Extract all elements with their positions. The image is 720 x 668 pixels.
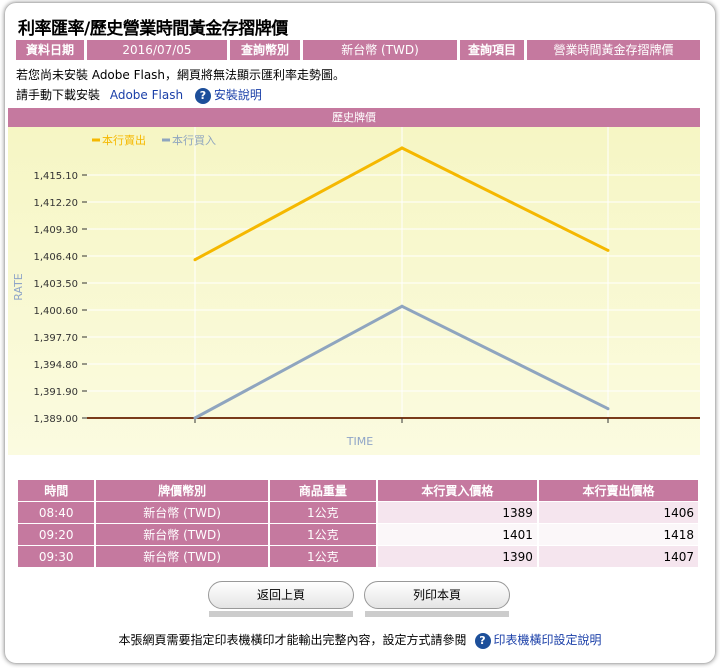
help-icon: ? [474,632,491,649]
x-axis-label: TIME [346,435,373,448]
flash-download-line: 請手動下載安裝 Adobe Flash ? 安裝說明 [16,86,262,104]
query-bar: 資料日期 2016/07/05 查詢幣別 新台幣 (TWD) 查詢項目 營業時間… [16,40,700,60]
data-point [400,146,404,150]
print-button[interactable]: 列印本頁 [364,581,510,617]
column-header: 本行賣出價格 [538,480,698,501]
price-table: 時間 牌價幣別 商品重量 本行買入價格 本行賣出價格 08:40 新台幣 (TWD) 1公克… [16,479,700,568]
table-row: 09:30 新台幣 (TWD) 1公克 1390 1407 [18,546,698,567]
table-cell: 1418 [538,524,698,545]
table-cell: 1407 [538,546,698,567]
currency-value: 新台幣 (TWD) [303,40,457,60]
table-cell: 新台幣 (TWD) [96,524,268,545]
column-header: 牌價幣別 [96,480,268,501]
column-header: 本行買入價格 [377,480,537,501]
back-button[interactable]: 返回上頁 [208,581,354,617]
table-cell: 1390 [377,546,537,567]
table-cell: 1公克 [269,502,376,523]
page-title: 利率匯率/歷史營業時間黃金存摺牌價 [18,19,288,39]
currency-label: 查詢幣別 [230,40,300,60]
item-value: 營業時間黃金存摺牌價 [527,40,700,60]
column-header: 商品重量 [269,480,376,501]
legend-label: 本行賣出 [102,133,146,147]
y-tick-label: 1,403.50 [33,279,78,290]
help-icon: ? [194,87,211,104]
y-tick-label: 1,409.30 [33,225,78,236]
data-point [606,248,610,252]
table-cell: 09:20 [18,524,95,545]
date-value: 2016/07/05 [87,40,227,60]
table-cell: 1401 [377,524,537,545]
table-row: 09:20 新台幣 (TWD) 1公克 1401 1418 [18,524,698,545]
y-tick-label: 1,389.00 [33,414,78,425]
table-cell: 新台幣 (TWD) [96,546,268,567]
y-tick-label: 1,415.10 [33,171,78,182]
y-tick-label: 1,412.20 [33,198,78,209]
download-prefix: 請手動下載安裝 [16,88,101,102]
legend-label: 本行買入 [172,133,216,147]
y-tick-label: 1,400.60 [33,306,78,317]
table-cell: 08:40 [18,502,95,523]
install-help-link[interactable]: 安裝說明 [214,88,262,102]
data-point [193,416,197,420]
y-tick-label: 1,406.40 [33,252,78,263]
date-label: 資料日期 [16,40,84,60]
y-tick-label: 1,391.90 [33,387,78,398]
y-tick-label: 1,397.70 [33,333,78,344]
print-setting-link[interactable]: 印表機橫印設定說明 [494,633,602,647]
table-cell: 1公克 [269,524,376,545]
item-label: 查詢項目 [460,40,524,60]
data-point [606,407,610,411]
print-footer: 本張網頁需要指定印表機橫印才能輸出完整內容，設定方式請參閱? 印表機橫印設定說明 [0,631,720,649]
column-header: 時間 [18,480,95,501]
data-point [400,304,404,308]
section-header: 歷史牌價 [8,108,700,127]
y-axis-label: RATE [12,273,25,301]
table-cell: 1公克 [269,546,376,567]
flash-notice: 若您尚未安裝 Adobe Flash，網頁將無法顯示匯利率走勢圖。 [16,68,346,82]
table-row: 08:40 新台幣 (TWD) 1公克 1389 1406 [18,502,698,523]
y-tick-label: 1,394.80 [33,360,78,371]
table-cell: 新台幣 (TWD) [96,502,268,523]
chart-svg: 1,389.00 1,391.90 1,394.80 1,397.70 1,400.60… [12,127,700,448]
footer-text: 本張網頁需要指定印表機橫印才能輸出完整內容，設定方式請參閱 [118,633,467,647]
table-cell: 1389 [377,502,537,523]
data-point [193,258,197,262]
adobe-flash-link[interactable]: Adobe Flash [110,88,183,102]
table-cell: 09:30 [18,546,95,567]
history-chart: 1,389.00 1,391.90 1,394.80 1,397.70 1,400.60… [8,127,700,455]
table-cell: 1406 [538,502,698,523]
